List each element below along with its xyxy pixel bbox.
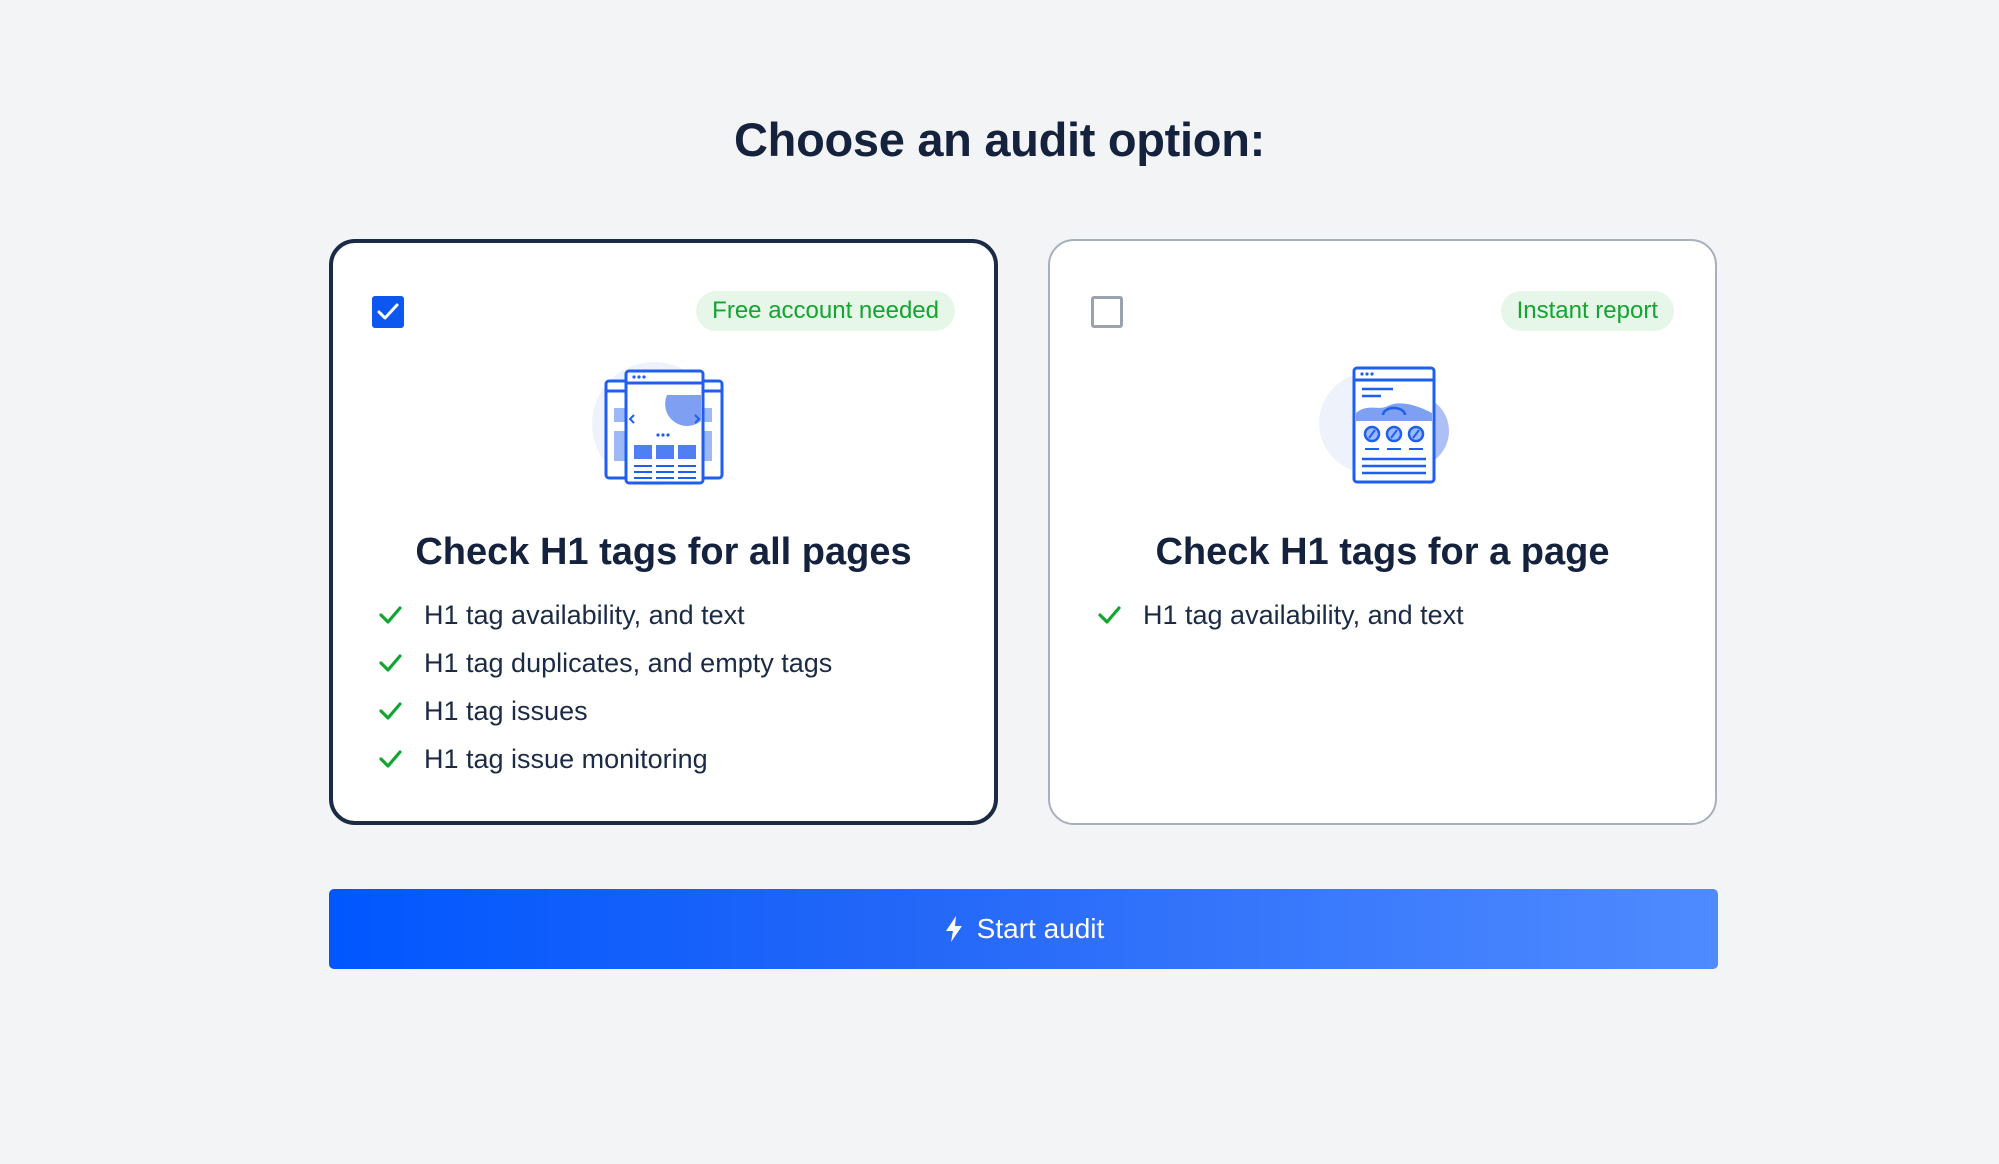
feature-item: H1 tag availability, and text — [1096, 591, 1464, 639]
feature-list: H1 tag availability, and text H1 tag dup… — [377, 591, 832, 783]
multi-page-icon — [584, 353, 744, 503]
feature-text: H1 tag duplicates, and empty tags — [424, 647, 833, 678]
single-page-icon — [1303, 351, 1463, 501]
check-icon — [379, 654, 402, 672]
feature-list: H1 tag availability, and text — [1096, 591, 1464, 639]
audit-option-all-pages[interactable]: Free account needed Check H1 tags for al… — [329, 239, 998, 825]
lightning-bolt-icon — [945, 916, 962, 942]
requirement-badge: Free account needed — [696, 291, 955, 331]
check-icon — [1098, 606, 1121, 624]
check-icon — [379, 750, 402, 768]
audit-option-single-page[interactable]: Instant report Check H1 tags for a page … — [1048, 239, 1717, 825]
page-title: Choose an audit option: — [734, 113, 1265, 166]
feature-text: H1 tag availability, and text — [1143, 599, 1464, 630]
feature-text: H1 tag issue monitoring — [424, 743, 708, 774]
check-icon — [379, 702, 402, 720]
feature-text: H1 tag issues — [424, 695, 588, 726]
option-title: Check H1 tags for all pages — [415, 531, 912, 573]
feature-item: H1 tag duplicates, and empty tags — [377, 639, 832, 687]
checkbox-checked-icon[interactable] — [372, 296, 404, 328]
checkbox-unchecked-icon[interactable] — [1091, 296, 1123, 328]
start-audit-button[interactable]: Start audit — [329, 889, 1718, 969]
check-icon — [379, 606, 402, 624]
feature-item: H1 tag availability, and text — [377, 591, 832, 639]
start-audit-label: Start audit — [976, 913, 1105, 944]
requirement-badge: Instant report — [1500, 291, 1674, 331]
feature-item: H1 tag issues — [377, 687, 832, 735]
option-title: Check H1 tags for a page — [1155, 531, 1610, 573]
feature-text: H1 tag availability, and text — [424, 599, 745, 630]
feature-item: H1 tag issue monitoring — [377, 735, 832, 783]
